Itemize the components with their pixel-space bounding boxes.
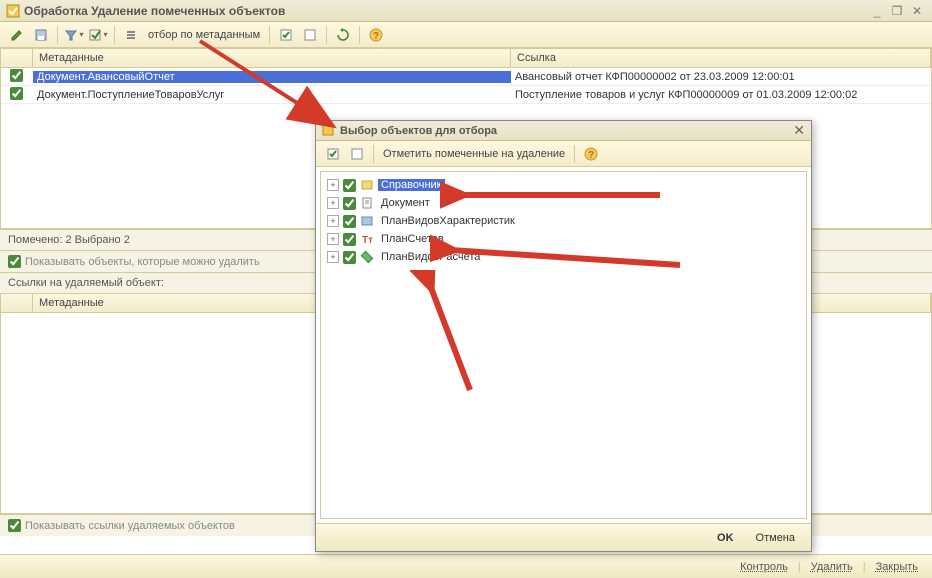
filter-icon[interactable]: ▾ — [63, 24, 85, 46]
separator — [57, 26, 58, 44]
main-toolbar: ▾ ▾ отбор по метаданным ? — [0, 22, 932, 48]
tree-label: ПланСчетов — [378, 233, 447, 245]
grid-header-metadata[interactable]: Метаданные — [33, 49, 511, 67]
tree-checkbox[interactable] — [343, 251, 356, 264]
separator: | — [798, 561, 801, 573]
tree-type-icon — [360, 214, 374, 228]
show-deletable-checkbox[interactable] — [8, 255, 21, 268]
close-button[interactable]: ✕ — [908, 3, 926, 19]
filter-by-metadata-button[interactable]: отбор по метаданным — [144, 29, 264, 41]
ok-button[interactable]: OK — [709, 530, 742, 546]
links-header-check — [1, 294, 33, 312]
svg-text:?: ? — [373, 31, 379, 42]
restore-button[interactable]: ❐ — [888, 3, 906, 19]
tree-label: Документ — [378, 197, 433, 209]
grid-header: Метаданные Ссылка — [1, 49, 931, 68]
expand-icon[interactable]: + — [327, 215, 339, 227]
svg-text:Тт: Тт — [362, 235, 373, 246]
separator — [373, 145, 374, 163]
minimize-button[interactable]: _ — [868, 3, 886, 19]
tree-type-icon — [360, 178, 374, 192]
row-link: Поступление товаров и услуг КФП00000009 … — [511, 89, 931, 101]
separator — [574, 145, 575, 163]
row-link: Авансовый отчет КФП00000002 от 23.03.200… — [511, 71, 931, 83]
separator — [269, 26, 270, 44]
list-icon[interactable] — [120, 24, 142, 46]
dialog-body[interactable]: + Справочник + Документ + ПланВидовХарактерис… — [320, 171, 807, 519]
svg-text:?: ? — [588, 150, 594, 161]
tree-checkbox[interactable] — [343, 179, 356, 192]
dialog-icon — [322, 124, 336, 138]
separator: | — [863, 561, 866, 573]
tree-item[interactable]: + ПланВидовХарактеристик — [325, 212, 802, 230]
tree-label: ПланВидовХарактеристик — [378, 215, 518, 227]
tree-item[interactable]: + ПланВидовРасчета — [325, 248, 802, 266]
expand-icon[interactable]: + — [327, 251, 339, 263]
check-all-icon[interactable] — [275, 24, 297, 46]
help-icon[interactable]: ? — [580, 143, 602, 165]
refresh-icon[interactable] — [332, 24, 354, 46]
tree-type-icon — [360, 196, 374, 210]
separator — [114, 26, 115, 44]
grid-header-check — [1, 49, 33, 67]
dialog-toolbar: Отметить помеченные на удаление ? — [316, 141, 811, 167]
tree-checkbox[interactable] — [343, 215, 356, 228]
app-icon — [6, 4, 20, 18]
separator — [326, 26, 327, 44]
save-icon[interactable] — [30, 24, 52, 46]
dialog-title: Выбор объектов для отбора — [340, 125, 793, 137]
show-links-checkbox[interactable] — [8, 519, 21, 532]
show-links-label: Показывать ссылки удаляемых объектов — [25, 520, 235, 532]
control-button[interactable]: Контроль — [736, 559, 792, 575]
tree-checkbox[interactable] — [343, 197, 356, 210]
dialog-footer: OK Отмена — [316, 523, 811, 551]
table-row[interactable]: Документ.АвансовыйОтчетАвансовый отчет К… — [1, 68, 931, 86]
tree-item[interactable]: + Тт ПланСчетов — [325, 230, 802, 248]
close-main-button[interactable]: Закрыть — [872, 559, 922, 575]
table-row[interactable]: Документ.ПоступлениеТоваровУслугПоступле… — [1, 86, 931, 104]
filter-dialog: Выбор объектов для отбора ✕ Отметить пом… — [315, 120, 812, 552]
dialog-close-icon[interactable]: ✕ — [793, 122, 805, 139]
tree-item[interactable]: + Документ — [325, 194, 802, 212]
row-check-cell[interactable] — [1, 87, 33, 103]
delete-button[interactable]: Удалить — [807, 559, 857, 575]
expand-icon[interactable]: + — [327, 179, 339, 191]
uncheck-all-icon[interactable] — [346, 143, 368, 165]
expand-icon[interactable]: + — [327, 233, 339, 245]
tree-type-icon — [360, 250, 374, 264]
tree-label: ПланВидовРасчета — [378, 251, 483, 263]
window-titlebar: Обработка Удаление помеченных объектов _… — [0, 0, 932, 22]
separator — [359, 26, 360, 44]
row-metadata: Документ.ПоступлениеТоваровУслуг — [33, 89, 511, 101]
expand-icon[interactable]: + — [327, 197, 339, 209]
row-checkbox[interactable] — [10, 69, 23, 82]
tree-item[interactable]: + Справочник — [325, 176, 802, 194]
row-metadata: Документ.АвансовыйОтчет — [33, 71, 511, 83]
show-deletable-label: Показывать объекты, которые можно удалит… — [25, 256, 260, 268]
tree-checkbox[interactable] — [343, 233, 356, 246]
tree-type-icon: Тт — [360, 232, 374, 246]
cancel-button[interactable]: Отмена — [748, 530, 803, 546]
bottom-bar: Контроль | Удалить | Закрыть — [0, 554, 932, 578]
row-checkbox[interactable] — [10, 87, 23, 100]
uncheck-all-icon[interactable] — [299, 24, 321, 46]
dialog-titlebar: Выбор объектов для отбора ✕ — [316, 121, 811, 141]
window-title: Обработка Удаление помеченных объектов — [24, 4, 868, 18]
edit-icon[interactable] — [6, 24, 28, 46]
help-icon[interactable]: ? — [365, 24, 387, 46]
action-icon[interactable]: ▾ — [87, 24, 109, 46]
row-check-cell[interactable] — [1, 69, 33, 85]
tree-label: Справочник — [378, 179, 445, 191]
mark-for-deletion-button[interactable]: Отметить помеченные на удаление — [379, 148, 569, 160]
grid-header-link[interactable]: Ссылка — [511, 49, 931, 67]
check-all-icon[interactable] — [322, 143, 344, 165]
